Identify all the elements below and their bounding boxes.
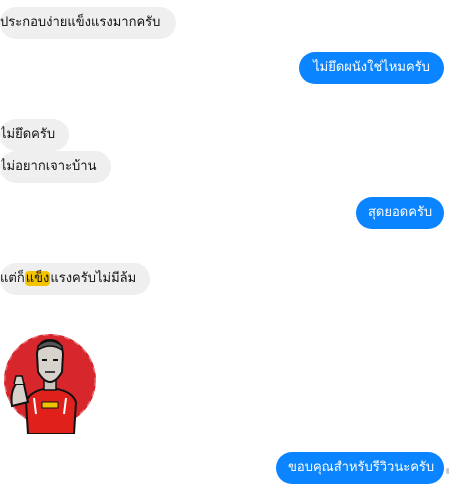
received-message[interactable]: ประกอบง่ายแข็งแรงมากครับ <box>0 7 176 39</box>
sent-message[interactable]: ไม่ยึดผนังใช่ไหมครับ <box>299 52 444 84</box>
received-message[interactable]: ไม่ยึดครับ <box>0 119 69 151</box>
message-text: ประกอบง่ายแข็งแรงมากครับ <box>0 15 161 30</box>
received-message-with-highlight[interactable]: แต่ก็แข็งแรงครับไม่มีล้ม <box>0 263 150 295</box>
message-text: ไม่ยึดครับ <box>0 127 56 142</box>
message-text: ไม่ยึดผนังใช่ไหมครับ <box>313 60 430 75</box>
message-text-after: แรงครับไม่มีล้ม <box>50 271 137 286</box>
sticker-image <box>2 332 98 435</box>
highlighted-word: แข็ง <box>24 271 51 286</box>
sent-message[interactable]: ขอบคุณสำหรับรีวิวนะครับ <box>276 452 444 484</box>
message-text: ไม่อยากเจาะบ้าน <box>0 159 97 174</box>
message-text-before: แต่ก็ <box>0 271 25 286</box>
received-message[interactable]: ไม่อยากเจาะบ้าน <box>0 151 111 183</box>
sent-message[interactable]: สุดยอดครับ <box>356 197 444 229</box>
football-player-sticker[interactable] <box>0 328 100 435</box>
message-text: สุดยอดครับ <box>368 205 433 220</box>
message-text: ขอบคุณสำหรับรีวิวนะครับ <box>288 460 435 475</box>
